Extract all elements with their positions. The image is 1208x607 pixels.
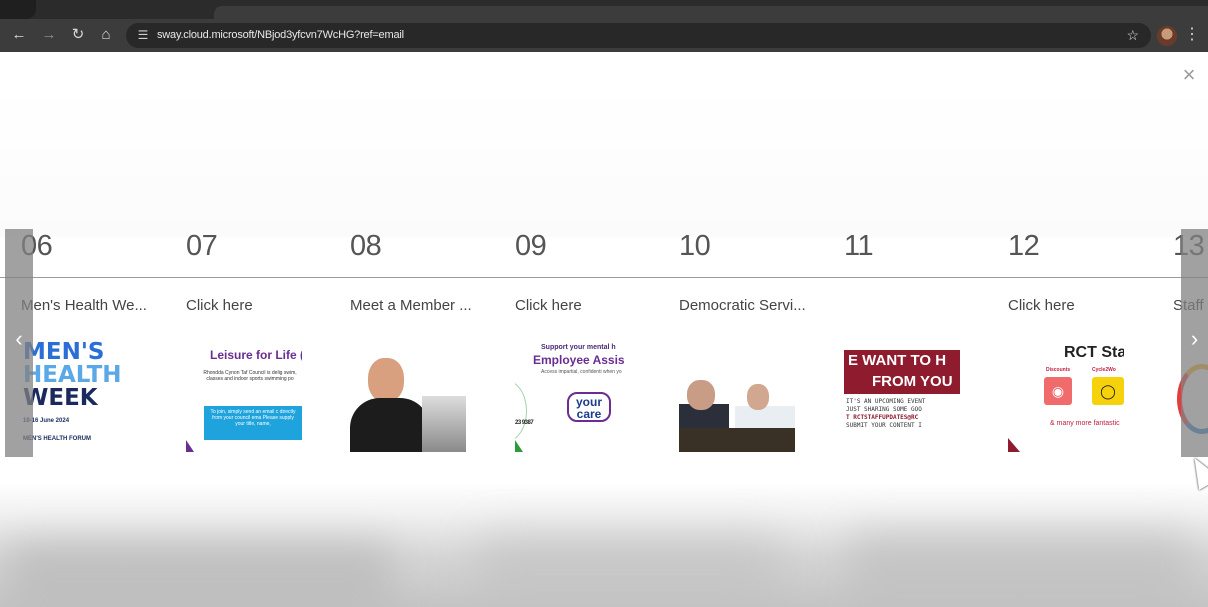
menu-icon[interactable]: ⋮ [1182, 25, 1202, 45]
slide-card-12[interactable]: 12 Click here RCT Sta Discounts Cycle2Wo… [1008, 52, 1173, 472]
slide-caption: Click here [515, 297, 582, 314]
thumb-text: MEN'S [23, 339, 105, 365]
thumb-text: & many more fantastic [1050, 420, 1120, 427]
corner-decoration [1008, 438, 1020, 452]
slide-thumbnail-photo[interactable] [679, 336, 795, 452]
browser-toolbar: ← → ↻ ⌂ ☰ sway.cloud.microsoft/NBjod3yfc… [0, 19, 1208, 52]
discount-tag-icon: ◉ [1044, 377, 1072, 405]
thumb-text: Access impartial, confidenti when yo [541, 369, 622, 375]
your-care-logo: your care [567, 392, 611, 422]
thumb-text: SUBMIT YOUR CONTENT I [846, 422, 922, 429]
decorative-ring [515, 380, 527, 442]
photo-person [687, 380, 715, 410]
tab-strip [0, 0, 1208, 19]
thumb-text: HEALTH [23, 362, 122, 388]
thumb-text: MEN'S HEALTH FORUM [23, 436, 91, 442]
slide-card-08[interactable]: 08 Meet a Member ... [350, 52, 515, 472]
thumb-text: care [576, 407, 602, 421]
photo-person [350, 398, 430, 452]
url-text[interactable]: sway.cloud.microsoft/NBjod3yfcvn7WcHG?re… [157, 23, 404, 48]
thumb-small-text: IT'S AN UPCOMING EVENT JUST SHARING SOME… [846, 398, 960, 430]
slide-number: 07 [186, 230, 218, 262]
thumb-text: 23 9387 [515, 420, 534, 426]
slide-number: 09 [515, 230, 547, 262]
thumb-text: IT'S AN UPCOMING EVENT [846, 398, 926, 405]
corner-decoration [186, 440, 194, 452]
thumb-text: RCT Sta [1064, 344, 1124, 361]
photo-background [422, 396, 466, 452]
thumb-text: WEEK [23, 385, 98, 411]
thumb-text: Cycle2Wo [1092, 367, 1116, 373]
thumb-text: FROM YOU [872, 373, 953, 390]
chevron-right-icon: › [1190, 326, 1199, 351]
slide-number: 10 [679, 230, 711, 262]
active-tab[interactable] [214, 6, 1208, 19]
slide-thumbnail[interactable]: E WANT TO H FROM YOU IT'S AN UPCOMING EV… [844, 336, 960, 452]
slide-card-10[interactable]: 10 Democratic Servi... [679, 52, 844, 472]
slide-caption: Click here [1008, 297, 1075, 314]
blurred-background [0, 482, 1208, 607]
slide-thumbnail[interactable]: RCT Sta Discounts Cycle2Wo ◉ ◯ & many mo… [1008, 336, 1124, 452]
thumb-text: Rhondda Cynon Taf Council is delig swim,… [203, 370, 297, 382]
next-slides-button[interactable]: › [1181, 229, 1208, 457]
slide-thumbnail[interactable]: Support your mental h Employee Assis Acc… [515, 336, 631, 452]
thumb-text: To join, simply send an email c directly… [204, 406, 302, 440]
thumb-text: Leisure for Life ( [210, 348, 302, 362]
slide-card-11[interactable]: 11 E WANT TO H FROM YOU IT'S AN UPCOMING… [844, 52, 1009, 472]
reload-icon[interactable]: ↻ [68, 25, 88, 45]
slide-number: 12 [1008, 230, 1040, 262]
thumb-text: E WANT TO H [848, 352, 947, 369]
sway-navigation-view: × 06 Men's Health We... MEN'S HEALTH WEE… [0, 52, 1208, 607]
thumb-text: Discounts [1046, 367, 1071, 373]
slide-card-07[interactable]: 07 Click here Leisure for Life ( Rhondda… [186, 52, 351, 472]
slide-caption: Democratic Servi... [679, 297, 806, 314]
profile-avatar[interactable] [1157, 26, 1177, 46]
site-settings-icon[interactable]: ☰ [134, 26, 152, 44]
bookmark-star-icon[interactable]: ☆ [1126, 25, 1139, 46]
forward-icon[interactable]: → [39, 25, 59, 45]
corner-decoration [515, 440, 523, 452]
photo-desk [679, 428, 795, 452]
tab-strip-left [0, 0, 36, 19]
slide-thumbnail[interactable]: MEN'S HEALTH WEEK 10-16 June 2024 MEN'S … [21, 336, 137, 452]
slide-number: 08 [350, 230, 382, 262]
slide-thumbnail-photo[interactable] [350, 336, 466, 452]
slide-card-09[interactable]: 09 Click here Support your mental h Empl… [515, 52, 680, 472]
thumb-text: Employee Assis [533, 353, 625, 367]
thumb-text: Support your mental h [541, 344, 616, 351]
slide-card-06[interactable]: 06 Men's Health We... MEN'S HEALTH WEEK … [21, 52, 186, 472]
slide-caption: Click here [186, 297, 253, 314]
thumb-text: JUST SHARING SOME GOO [846, 406, 922, 413]
chevron-left-icon: ‹ [15, 326, 23, 351]
slide-caption: Men's Health We... [21, 297, 147, 314]
previous-slides-button[interactable]: ‹ [5, 229, 33, 457]
address-bar[interactable]: ☰ sway.cloud.microsoft/NBjod3yfcvn7WcHG?… [126, 23, 1151, 48]
thumb-banner: E WANT TO H FROM YOU [844, 350, 960, 394]
back-icon[interactable]: ← [9, 25, 29, 45]
slide-number: 11 [844, 230, 874, 262]
thumb-text: T RCTSTAFFUPDATES@RC [846, 414, 919, 421]
photo-person [747, 384, 769, 410]
bicycle-icon: ◯ [1092, 377, 1124, 405]
slide-thumbnail[interactable]: Leisure for Life ( Rhondda Cynon Taf Cou… [186, 336, 302, 452]
home-icon[interactable]: ⌂ [96, 25, 116, 45]
photo-person [368, 358, 404, 402]
slide-caption: Meet a Member ... [350, 297, 472, 314]
